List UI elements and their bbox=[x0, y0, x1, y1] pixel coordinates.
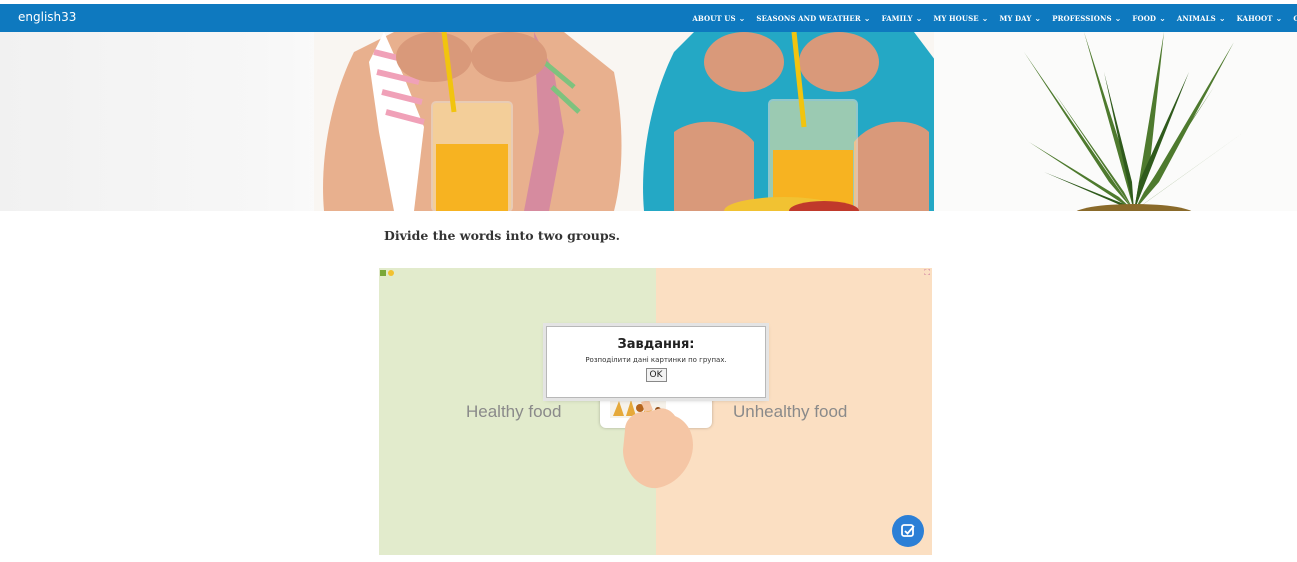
nav-label: KAHOOT bbox=[1236, 13, 1273, 23]
top-navbar: english33 ABOUT US ⌄ SEASONS AND WEATHER ⌄… bbox=[0, 4, 1297, 32]
nav-label: PROFESSIONS bbox=[1052, 13, 1112, 23]
unhealthy-food-label: Unhealthy food bbox=[733, 402, 848, 421]
kids-with-juice-illustration bbox=[323, 32, 934, 211]
nav-label: C bbox=[1293, 13, 1297, 23]
kids-with-juice-photo bbox=[314, 32, 934, 211]
pineapple-photo bbox=[934, 32, 1297, 211]
chevron-down-icon: ⌄ bbox=[915, 13, 923, 23]
fullscreen-icon[interactable]: ⛶ bbox=[924, 268, 930, 278]
instruction-text: Divide the words into two groups. bbox=[384, 228, 621, 243]
ok-button[interactable]: OK bbox=[645, 368, 667, 382]
site-brand[interactable]: english33 bbox=[18, 10, 76, 24]
chevron-down-icon: ⌄ bbox=[1114, 13, 1122, 23]
chevron-down-icon: ⌄ bbox=[1034, 13, 1042, 23]
nav-label: ABOUT US bbox=[692, 13, 736, 23]
nav-item-about-us[interactable]: ABOUT US ⌄ bbox=[692, 14, 745, 23]
nav-label: FAMILY bbox=[881, 13, 913, 23]
nav-item-truncated[interactable]: C bbox=[1293, 14, 1297, 23]
nav-label: MY HOUSE bbox=[933, 13, 979, 23]
check-answer-button[interactable] bbox=[892, 515, 924, 547]
nav-item-my-day[interactable]: MY DAY ⌄ bbox=[999, 14, 1041, 23]
task-dialog: Завдання: Розподілити дані картинки по г… bbox=[546, 326, 766, 398]
chevron-down-icon: ⌄ bbox=[863, 13, 871, 23]
nav-label: SEASONS AND WEATHER bbox=[756, 13, 861, 23]
nav-label: FOOD bbox=[1132, 13, 1157, 23]
chevron-down-icon: ⌄ bbox=[981, 13, 989, 23]
learningapps-activity: ⛶ Healthy food Unhealthy food Завдання: … bbox=[379, 268, 932, 555]
main-nav: ABOUT US ⌄ SEASONS AND WEATHER ⌄ FAMILY ⌄ M… bbox=[681, 4, 1297, 32]
nav-item-family[interactable]: FAMILY ⌄ bbox=[882, 14, 923, 23]
nav-item-kahoot[interactable]: KAHOOT ⌄ bbox=[1237, 14, 1283, 23]
chevron-down-icon: ⌄ bbox=[1218, 13, 1226, 23]
pineapple-illustration bbox=[1024, 32, 1244, 211]
nav-item-animals[interactable]: ANIMALS ⌄ bbox=[1177, 14, 1226, 23]
app-info-icon[interactable] bbox=[380, 269, 396, 279]
dialog-message: Розподілити дані картинки по групах. bbox=[585, 356, 727, 364]
chevron-down-icon: ⌄ bbox=[1275, 13, 1283, 23]
drag-hint-hand-icon bbox=[623, 400, 693, 489]
healthy-food-label: Healthy food bbox=[466, 402, 562, 421]
nav-item-seasons-and-weather[interactable]: SEASONS AND WEATHER ⌄ bbox=[756, 14, 870, 23]
edit-check-icon bbox=[901, 524, 915, 537]
nav-item-my-house[interactable]: MY HOUSE ⌄ bbox=[933, 14, 988, 23]
nav-item-professions[interactable]: PROFESSIONS ⌄ bbox=[1052, 14, 1121, 23]
nav-label: ANIMALS bbox=[1176, 13, 1216, 23]
chevron-down-icon: ⌄ bbox=[1159, 13, 1166, 23]
dialog-title: Завдання: bbox=[617, 337, 695, 352]
nav-label: MY DAY bbox=[999, 13, 1032, 23]
nav-item-food[interactable]: FOOD ⌄ bbox=[1132, 14, 1165, 23]
hero-banner-image bbox=[0, 32, 1297, 211]
chevron-down-icon: ⌄ bbox=[738, 13, 746, 23]
